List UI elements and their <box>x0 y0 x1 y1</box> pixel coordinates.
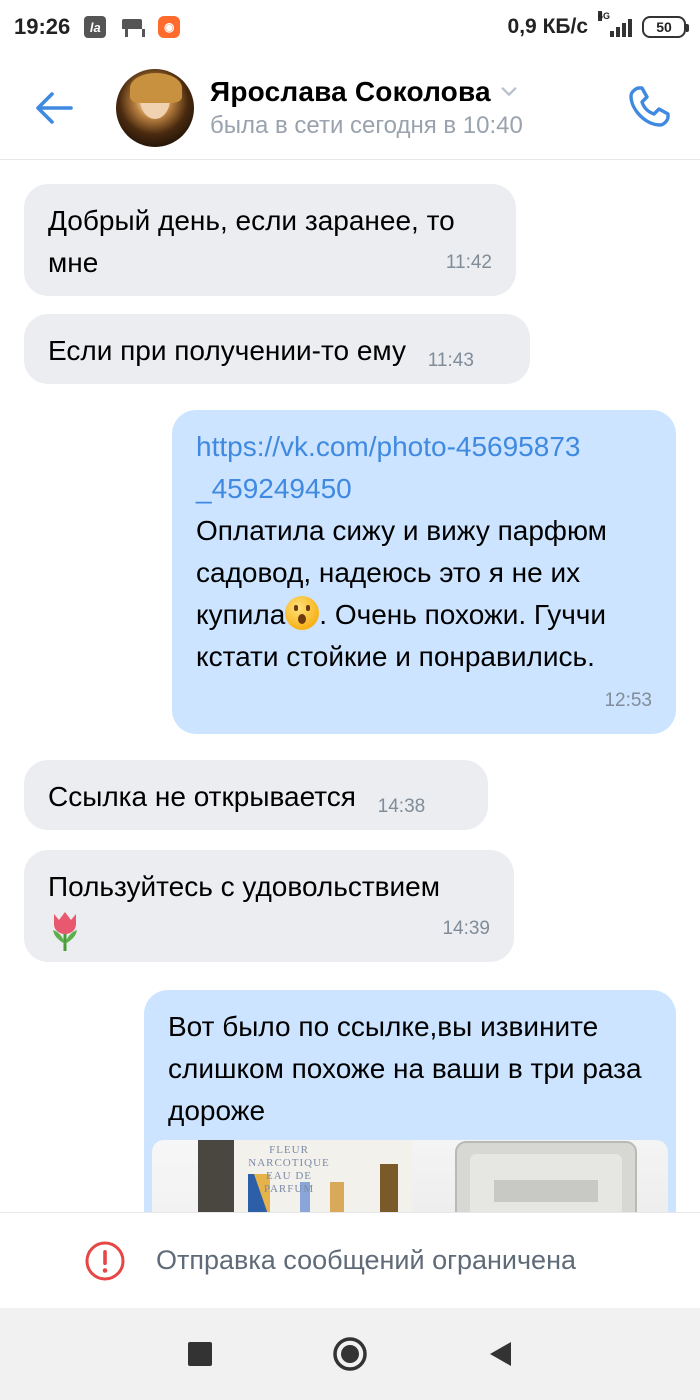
message-bubble-incoming[interactable]: Пользуйтесь с удовольствием 14:39 <box>24 850 514 962</box>
arrow-left-icon <box>36 91 73 124</box>
contact-info[interactable]: Ярослава Соколова была в сети сегодня в … <box>210 76 523 140</box>
tulip-emoji-icon <box>48 910 82 952</box>
store-icon <box>120 17 146 37</box>
screen: 19:26 la ◉ 0,9 КБ/с 4G 50 Ярослава Сокол… <box>0 0 700 1400</box>
recents-button[interactable] <box>180 1334 220 1374</box>
photo-perfume-box[interactable]: FLEUR NARCOTIQUE EAU DE PARFUM <box>152 1140 412 1212</box>
back-system-button[interactable] <box>480 1334 520 1374</box>
contact-name: Ярослава Соколова <box>210 75 491 107</box>
circle-icon <box>333 1337 367 1371</box>
photo-label: FLEUR NARCOTIQUE EAU DE PARFUM <box>248 1144 330 1195</box>
message-time: 14:39 <box>442 918 490 939</box>
message-text: Ссылка не открывается <box>48 781 356 812</box>
status-bar-left: 19:26 la ◉ <box>14 14 181 40</box>
message-text: Вот было по ссылке,вы извините слишком п… <box>168 1011 642 1126</box>
call-button[interactable] <box>624 82 674 132</box>
photo-perfume-bottle[interactable] <box>412 1140 668 1212</box>
photo-link[interactable]: https://vk.com/photo-45695873 <box>196 431 580 462</box>
contact-status: была в сети сегодня в 10:40 <box>210 111 523 139</box>
signal-icon: 4G <box>598 11 632 37</box>
square-icon <box>188 1342 212 1366</box>
message-time: 14:38 <box>377 796 426 817</box>
triangle-back-icon <box>490 1342 511 1366</box>
status-time: 19:26 <box>14 14 71 39</box>
network-speed: 0,9 КБ/с <box>507 15 588 38</box>
messaging-restricted-bar: Отправка сообщений ограничена <box>0 1212 700 1308</box>
message-time: 12:53 <box>604 690 652 711</box>
message-bubble-incoming[interactable]: Добрый день, если заранее, то мне 11:42 <box>24 184 516 296</box>
mi-app-icon: ◉ <box>158 16 181 38</box>
ia-app-icon: la <box>84 16 107 38</box>
back-button[interactable] <box>24 78 84 138</box>
message-text: Пользуйтесь с удовольствием <box>48 871 440 902</box>
message-text: Если при получении-то ему <box>48 335 406 366</box>
avatar[interactable] <box>116 68 194 147</box>
battery-icon: 50 <box>642 16 689 38</box>
message-text: Добрый день, если заранее, то мне <box>48 205 455 278</box>
system-nav-bar <box>0 1308 700 1400</box>
home-button[interactable] <box>330 1334 370 1374</box>
chat-header: Ярослава Соколова была в сети сегодня в … <box>0 56 700 160</box>
photo-link-cont[interactable]: _459249450 <box>196 473 352 504</box>
phone-icon <box>629 86 670 127</box>
astonished-face-emoji-icon <box>285 596 320 630</box>
message-time: 11:43 <box>427 350 474 371</box>
chevron-down-icon <box>501 84 517 100</box>
message-bubble-outgoing[interactable]: Вот было по ссылке,вы извините слишком п… <box>144 990 676 1212</box>
message-list[interactable]: Добрый день, если заранее, то мне 11:42 … <box>0 162 700 1212</box>
message-time: 11:42 <box>445 252 492 273</box>
status-bar: 19:26 la ◉ 0,9 КБ/с 4G 50 <box>0 0 700 54</box>
network-type: 4G <box>598 11 611 21</box>
status-bar-right: 0,9 КБ/с 4G 50 <box>507 11 689 39</box>
message-bubble-incoming[interactable]: Ссылка не открывается 14:38 <box>24 760 488 830</box>
photo-attachment[interactable]: FLEUR NARCOTIQUE EAU DE PARFUM <box>152 1140 668 1212</box>
warning-circle-icon <box>85 1241 125 1280</box>
message-bubble-outgoing[interactable]: https://vk.com/photo-45695873 _459249450… <box>172 410 676 734</box>
restricted-text: Отправка сообщений ограничена <box>156 1245 576 1275</box>
message-bubble-incoming[interactable]: Если при получении-то ему 11:43 <box>24 314 530 384</box>
